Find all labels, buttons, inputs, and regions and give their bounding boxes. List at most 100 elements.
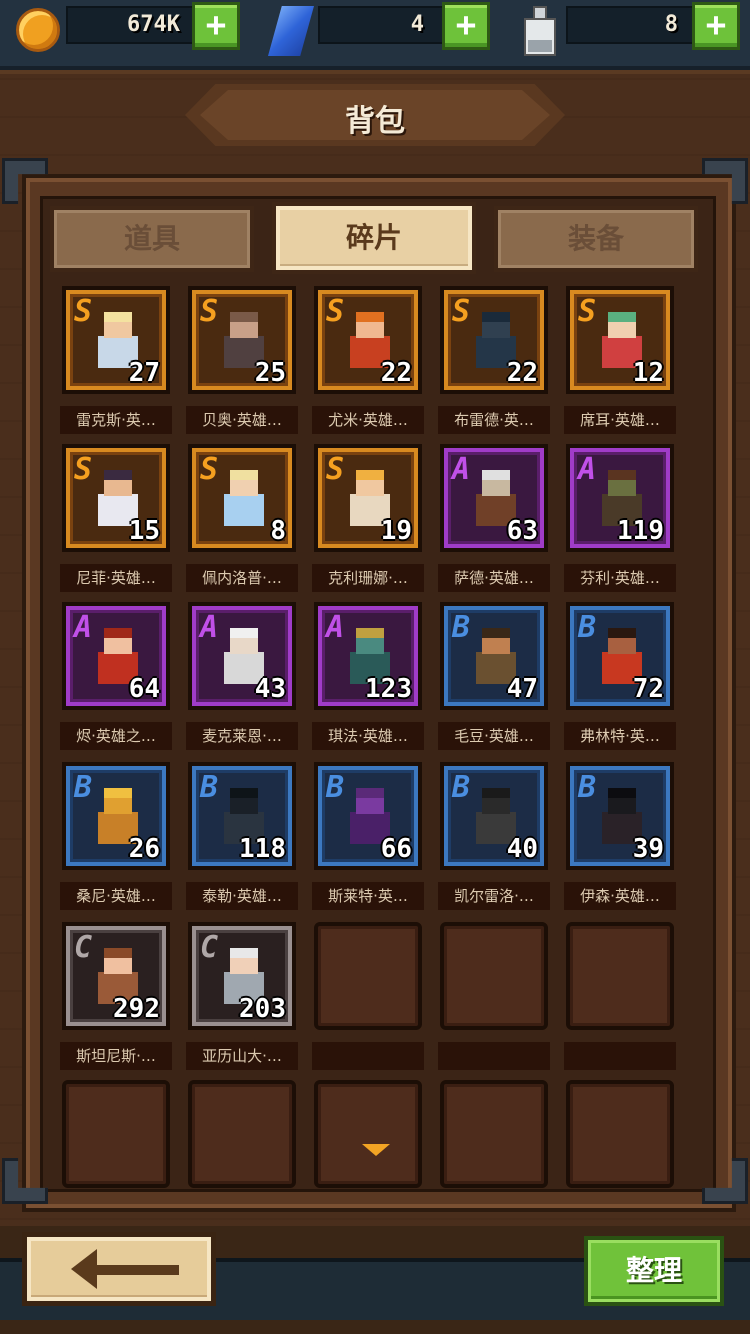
add-potion-button[interactable]: +	[692, 2, 740, 50]
hero-shard-slot[interactable]: A 63	[440, 444, 548, 552]
shard-count: 118	[239, 834, 286, 864]
hero-name-label: 弗林特·英…	[564, 722, 676, 750]
hero-shard-slot[interactable]: A 123	[314, 602, 422, 710]
grade-badge: A	[74, 610, 93, 645]
hero-shard-slot[interactable]: A 43	[188, 602, 296, 710]
grade-badge: S	[74, 452, 93, 487]
shard-count: 12	[632, 358, 664, 388]
shard-count: 22	[506, 358, 538, 388]
grade-badge: S	[326, 452, 345, 487]
hero-shard-slot[interactable]: B 118	[188, 762, 296, 870]
hero-name-label: 凯尔雷洛·…	[438, 882, 550, 910]
hero-shard-slot[interactable]: A 64	[62, 602, 170, 710]
hero-name-label: 斯莱特·英…	[312, 882, 424, 910]
hero-shard-slot[interactable]: B 47	[440, 602, 548, 710]
hero-name-label: 佩内洛普·…	[186, 564, 298, 592]
shard-count: 292	[113, 994, 160, 1024]
hero-name-label: 琪法·英雄…	[312, 722, 424, 750]
add-gold-button[interactable]: +	[192, 2, 240, 50]
hero-shard-slot[interactable]: B 72	[566, 602, 674, 710]
shard-count: 63	[506, 516, 538, 546]
scroll-down-icon[interactable]	[362, 1144, 390, 1156]
shard-count: 22	[380, 358, 412, 388]
grade-badge: S	[326, 294, 345, 329]
shard-count: 66	[380, 834, 412, 864]
hero-name-label: 芬利·英雄…	[564, 564, 676, 592]
grade-badge: S	[74, 294, 93, 329]
grade-badge: A	[578, 452, 597, 487]
page-title: 背包	[345, 104, 405, 139]
grade-badge: A	[326, 610, 345, 645]
gem-amount: 4	[410, 12, 424, 37]
hero-shard-slot[interactable]: S 15	[62, 444, 170, 552]
grade-badge: S	[200, 294, 219, 329]
empty-slot	[188, 1080, 296, 1188]
hero-name-label: 尼菲·英雄…	[60, 564, 172, 592]
empty-slot	[314, 1080, 422, 1188]
tab-items[interactable]: 道具	[50, 206, 254, 272]
hero-shard-slot[interactable]: B 40	[440, 762, 548, 870]
hero-name-label: 伊森·英雄…	[564, 882, 676, 910]
grade-badge: S	[578, 294, 597, 329]
shard-count: 25	[254, 358, 286, 388]
hero-shard-slot[interactable]: B 66	[314, 762, 422, 870]
hero-shard-slot[interactable]: A 119	[566, 444, 674, 552]
tab-equipment[interactable]: 装备	[494, 206, 698, 272]
shard-count: 19	[380, 516, 412, 546]
shard-count: 27	[128, 358, 160, 388]
grade-badge: C	[74, 930, 93, 965]
empty-name-label	[438, 1042, 550, 1070]
hero-shard-slot[interactable]: C 203	[188, 922, 296, 1030]
hero-name-label: 克利珊娜·…	[312, 564, 424, 592]
shard-count: 72	[632, 674, 664, 704]
hero-name-label: 毛豆·英雄…	[438, 722, 550, 750]
hero-shard-slot[interactable]: S 19	[314, 444, 422, 552]
hero-shard-slot[interactable]: S 12	[566, 286, 674, 394]
grade-badge: A	[200, 610, 219, 645]
grade-badge: A	[452, 452, 471, 487]
grade-badge: C	[200, 930, 219, 965]
hero-shard-slot[interactable]: S 22	[314, 286, 422, 394]
hero-shard-slot[interactable]: C 292	[62, 922, 170, 1030]
hero-name-label: 雷克斯·英…	[60, 406, 172, 434]
hero-shard-slot[interactable]: S 25	[188, 286, 296, 394]
hero-name-label: 萨德·英雄…	[438, 564, 550, 592]
hero-shard-slot[interactable]: B 39	[566, 762, 674, 870]
back-arrow-icon	[71, 1249, 181, 1289]
empty-slot	[314, 922, 422, 1030]
add-gem-button[interactable]: +	[442, 2, 490, 50]
grade-badge: B	[578, 770, 597, 805]
tab-shards[interactable]: 碎片	[272, 202, 476, 274]
hero-shard-slot[interactable]: S 27	[62, 286, 170, 394]
hero-shard-slot[interactable]: B 26	[62, 762, 170, 870]
grade-badge: B	[452, 770, 471, 805]
shard-count: 39	[632, 834, 664, 864]
empty-name-label	[564, 1042, 676, 1070]
grade-badge: B	[74, 770, 93, 805]
shard-count: 43	[254, 674, 286, 704]
hero-shard-slot[interactable]: S8	[188, 444, 296, 552]
empty-slot	[440, 922, 548, 1030]
sort-button[interactable]: 整理	[584, 1236, 724, 1306]
blue-gem-icon	[268, 6, 314, 56]
hero-name-label: 桑尼·英雄…	[60, 882, 172, 910]
hero-name-label: 贝奥·英雄…	[186, 406, 298, 434]
empty-slot	[440, 1080, 548, 1188]
hero-name-label: 布雷德·英…	[438, 406, 550, 434]
hero-name-label: 席耳·英雄…	[564, 406, 676, 434]
shard-count: 47	[506, 674, 538, 704]
empty-slot	[62, 1080, 170, 1188]
shard-count: 119	[617, 516, 664, 546]
gold-coin-icon	[16, 8, 60, 52]
hero-shard-slot[interactable]: S 22	[440, 286, 548, 394]
hero-name-label: 麦克莱恩·…	[186, 722, 298, 750]
hero-name-label: 烬·英雄之…	[60, 722, 172, 750]
hero-name-label: 尤米·英雄…	[312, 406, 424, 434]
shard-count: 8	[270, 516, 286, 546]
grade-badge: S	[200, 452, 219, 487]
hero-name-label: 泰勒·英雄…	[186, 882, 298, 910]
resource-bar: 674K + 4 + 8 +	[0, 0, 750, 74]
back-button[interactable]	[22, 1232, 216, 1306]
shard-count: 203	[239, 994, 286, 1024]
shard-count: 123	[365, 674, 412, 704]
